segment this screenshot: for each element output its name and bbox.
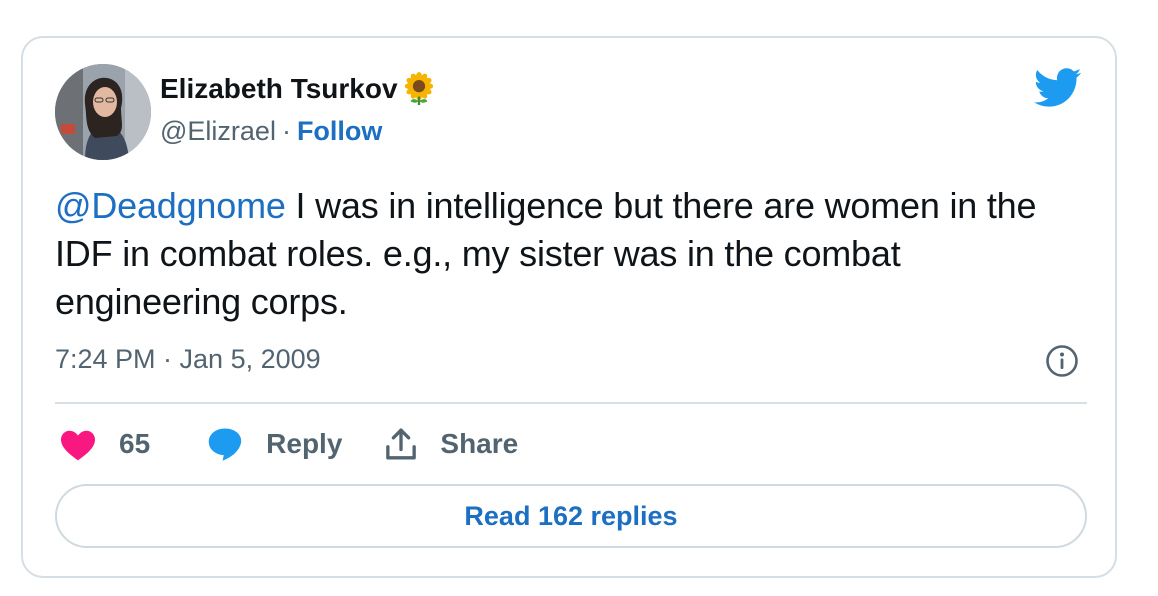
info-icon[interactable]	[1045, 344, 1079, 378]
tweet-timestamp[interactable]: 7:24 PM · Jan 5, 2009	[55, 344, 321, 375]
like-button[interactable]: 65	[59, 427, 150, 461]
twitter-bird-icon[interactable]	[1033, 68, 1083, 108]
share-label: Share	[440, 428, 519, 459]
action-bar: 65 Reply Share	[59, 424, 518, 464]
tweet-card: Elizabeth Tsurkov @Elizrael · Follow @De…	[21, 36, 1117, 578]
speech-bubble-icon	[208, 428, 242, 461]
share-button[interactable]: Share	[384, 426, 518, 462]
author-name[interactable]: Elizabeth Tsurkov	[160, 73, 398, 105]
mention-link[interactable]: @Deadgnome	[55, 185, 286, 226]
author-name-row: Elizabeth Tsurkov	[160, 70, 436, 108]
read-replies-label: Read 162 replies	[464, 500, 678, 531]
share-upload-icon	[386, 428, 417, 460]
author-handle[interactable]: @Elizrael	[160, 116, 276, 146]
reply-label: Reply	[266, 428, 343, 459]
heart-icon	[61, 430, 95, 461]
tweet-text: @Deadgnome I was in intelligence but the…	[55, 182, 1095, 326]
read-replies-button[interactable]: Read 162 replies	[55, 484, 1087, 548]
sunflower-emoji-icon	[404, 72, 433, 106]
avatar[interactable]	[55, 64, 151, 160]
handle-separator: ·	[281, 116, 291, 146]
author-handle-row: @Elizrael · Follow	[160, 116, 382, 147]
reply-button[interactable]: Reply	[206, 427, 342, 461]
follow-button[interactable]: Follow	[297, 116, 382, 146]
like-count: 65	[119, 428, 151, 459]
avatar-photo	[55, 64, 151, 160]
divider	[55, 402, 1087, 404]
